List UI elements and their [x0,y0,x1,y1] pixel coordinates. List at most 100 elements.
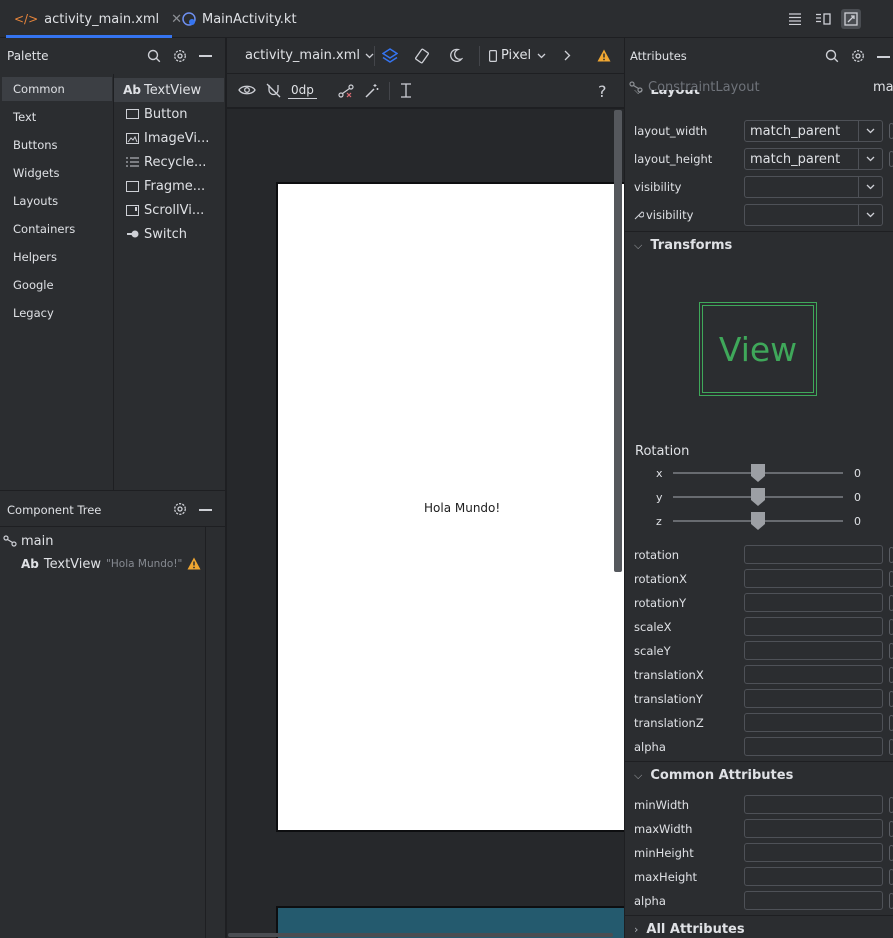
slider-thumb[interactable] [751,464,765,482]
attr-pick-icon[interactable] [889,691,893,707]
attr-pick-icon[interactable] [889,821,893,837]
attr-pick-icon[interactable] [889,619,893,635]
split-view-icon[interactable] [813,9,833,29]
preview-textview[interactable]: Hola Mundo! [424,501,500,515]
design-surface: activity_main.xml Pixel 0dp ? Hola Mundo… [227,38,624,938]
attr-pick-icon[interactable] [889,547,893,563]
palette-category-buttons[interactable]: Buttons [2,133,112,157]
palette-category-widgets[interactable]: Widgets [2,161,112,185]
device-preview-frame[interactable]: Hola Mundo! [276,182,624,832]
attr-pick-icon[interactable] [889,151,893,167]
rotation-y-value: 0 [854,491,861,504]
night-mode-icon[interactable] [448,48,463,63]
attr-pick-icon[interactable] [889,893,893,909]
layout-height-dropdown[interactable]: match_parent [744,148,883,170]
palette-item-scrollview[interactable]: ScrollVi... [114,198,224,222]
palette-category-legacy[interactable]: Legacy [2,301,112,325]
eye-icon[interactable] [238,84,256,96]
baseline-icon[interactable] [399,83,413,99]
attr-pick-icon[interactable] [889,845,893,861]
device-selector[interactable]: Pixel [489,48,546,63]
warning-icon[interactable] [597,49,611,62]
common-alpha-field[interactable] [744,891,883,910]
scalex-field[interactable] [744,617,883,636]
palette-item-label: TextView [144,82,202,98]
layout-width-dropdown[interactable]: match_parent [744,120,883,142]
translationx-field[interactable] [744,665,883,684]
chevron-right-icon[interactable] [564,50,571,61]
default-margin-selector[interactable]: 0dp [288,83,317,99]
search-icon[interactable] [825,49,839,63]
rotation-x-slider[interactable] [673,464,843,482]
rotation-y-slider[interactable] [673,488,843,506]
rotationx-field[interactable] [744,569,883,588]
help-icon[interactable]: ? [598,82,607,101]
code-view-icon[interactable] [785,9,805,29]
magnet-off-icon[interactable] [266,83,281,98]
rotation-z-slider[interactable] [673,512,843,530]
all-attributes-section-header[interactable]: › All Attributes [625,915,893,938]
palette-item-button[interactable]: Button [114,102,224,126]
tab-activity-main[interactable]: </> activity_main.xml ✕ [6,0,182,38]
common-attributes-section-header[interactable]: ⌵ Common Attributes [625,761,893,789]
layout-section-header[interactable]: ⌵ Layout [625,90,893,106]
rotation-field[interactable] [744,545,883,564]
clear-constraints-icon[interactable] [338,84,354,98]
attr-pick-icon[interactable] [889,869,893,885]
palette-category-containers[interactable]: Containers [2,217,112,241]
maxheight-field[interactable] [744,867,883,886]
scaley-field[interactable] [744,641,883,660]
attr-pick-icon[interactable] [889,123,893,139]
attr-pick-icon[interactable] [889,595,893,611]
minwidth-field[interactable] [744,795,883,814]
vertical-scrollbar[interactable] [614,110,622,572]
gear-icon[interactable] [173,502,187,516]
translationz-field[interactable] [744,713,883,732]
minimize-icon[interactable] [199,509,212,511]
palette-category-layouts[interactable]: Layouts [2,189,112,213]
warning-icon[interactable] [187,557,201,570]
maxwidth-field[interactable] [744,819,883,838]
minheight-field[interactable] [744,843,883,862]
minimize-icon[interactable] [877,56,890,58]
design-view-icon[interactable] [841,9,861,29]
transforms-section-header[interactable]: ⌵ Transforms [625,231,893,259]
horizontal-scrollbar[interactable] [228,933,613,937]
palette-category-text[interactable]: Text [2,105,112,129]
tree-node-textview[interactable]: Ab TextView "Hola Mundo!" [21,554,205,574]
orientation-icon[interactable] [414,48,430,64]
attr-pick-icon[interactable] [889,571,893,587]
palette-item-recyclerview[interactable]: Recycle... [114,150,224,174]
chevron-down-icon: ⌵ [634,768,643,782]
attr-pick-icon[interactable] [889,715,893,731]
attr-pick-icon[interactable] [889,667,893,683]
visibility-dropdown[interactable] [744,176,883,198]
palette-category-google[interactable]: Google [2,273,112,297]
design-canvas[interactable]: Hola Mundo! [227,109,624,938]
palette-category-helpers[interactable]: Helpers [2,245,112,269]
magic-wand-icon[interactable] [364,83,380,99]
palette-item-imageview[interactable]: ImageVi... [114,126,224,150]
attr-pick-icon[interactable] [889,797,893,813]
tab-main-activity[interactable]: MainActivity.kt [176,0,316,38]
palette-item-fragment[interactable]: Fragme... [114,174,224,198]
file-selector[interactable]: activity_main.xml [245,48,374,63]
layers-icon[interactable] [382,48,398,64]
search-icon[interactable] [147,49,161,63]
slider-thumb[interactable] [751,488,765,506]
attr-pick-icon[interactable] [889,643,893,659]
gear-icon[interactable] [851,49,865,63]
tree-node-main[interactable]: main [3,531,53,551]
gear-icon[interactable] [173,49,187,63]
slider-thumb[interactable] [751,512,765,530]
palette-item-switch[interactable]: Switch [114,222,224,246]
attr-pick-icon[interactable] [889,739,893,755]
translationy-field[interactable] [744,689,883,708]
palette-item-textview[interactable]: Ab TextView [114,78,224,102]
alpha-field[interactable] [744,737,883,756]
palette-category-common[interactable]: Common [2,77,112,101]
rotationy-field[interactable] [744,593,883,612]
tools-visibility-dropdown[interactable] [744,204,883,226]
minimize-icon[interactable] [199,55,212,57]
axis-label: x [656,467,663,480]
